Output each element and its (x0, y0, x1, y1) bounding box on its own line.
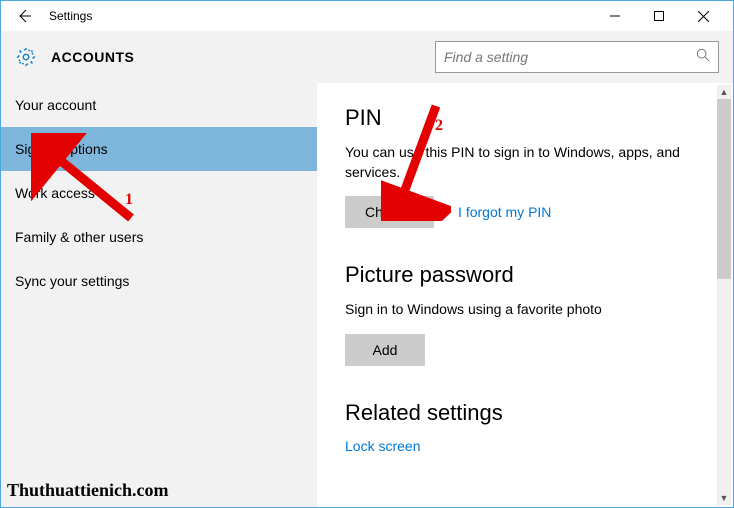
scroll-down-arrow[interactable]: ▼ (717, 491, 731, 505)
related-settings-title: Related settings (345, 400, 709, 426)
annotation-label-2: 2 (435, 117, 443, 135)
search-input[interactable] (444, 49, 696, 65)
change-pin-button[interactable]: Change (345, 196, 434, 228)
lock-screen-link[interactable]: Lock screen (345, 438, 420, 454)
scroll-thumb[interactable] (717, 99, 731, 279)
search-box[interactable] (435, 41, 719, 73)
add-picture-password-button[interactable]: Add (345, 334, 425, 366)
picture-password-description: Sign in to Windows using a favorite phot… (345, 300, 709, 320)
sidebar: Your account Sign-in options Work access… (1, 83, 317, 507)
forgot-pin-link[interactable]: I forgot my PIN (458, 204, 551, 220)
sidebar-item-work-access[interactable]: Work access (1, 171, 317, 215)
page-title: ACCOUNTS (51, 49, 134, 65)
pin-description: You can use this PIN to sign in to Windo… (345, 143, 709, 182)
sidebar-item-family-other-users[interactable]: Family & other users (1, 215, 317, 259)
minimize-button[interactable] (593, 1, 637, 31)
window-title: Settings (49, 9, 92, 23)
scrollbar[interactable]: ▲ ▼ (717, 85, 731, 505)
picture-password-title: Picture password (345, 262, 709, 288)
sidebar-item-sign-in-options[interactable]: Sign-in options (1, 127, 317, 171)
sidebar-item-your-account[interactable]: Your account (1, 83, 317, 127)
close-button[interactable] (681, 1, 725, 31)
back-button[interactable] (9, 1, 39, 31)
watermark: Thuthuattienich.com (7, 480, 169, 501)
gear-icon (15, 46, 37, 68)
maximize-button[interactable] (637, 1, 681, 31)
sidebar-item-sync-settings[interactable]: Sync your settings (1, 259, 317, 303)
annotation-label-1: 1 (125, 191, 133, 209)
pin-title: PIN (345, 105, 709, 131)
main-panel: PIN You can use this PIN to sign in to W… (317, 83, 733, 507)
search-icon (696, 48, 710, 67)
scroll-up-arrow[interactable]: ▲ (717, 85, 731, 99)
